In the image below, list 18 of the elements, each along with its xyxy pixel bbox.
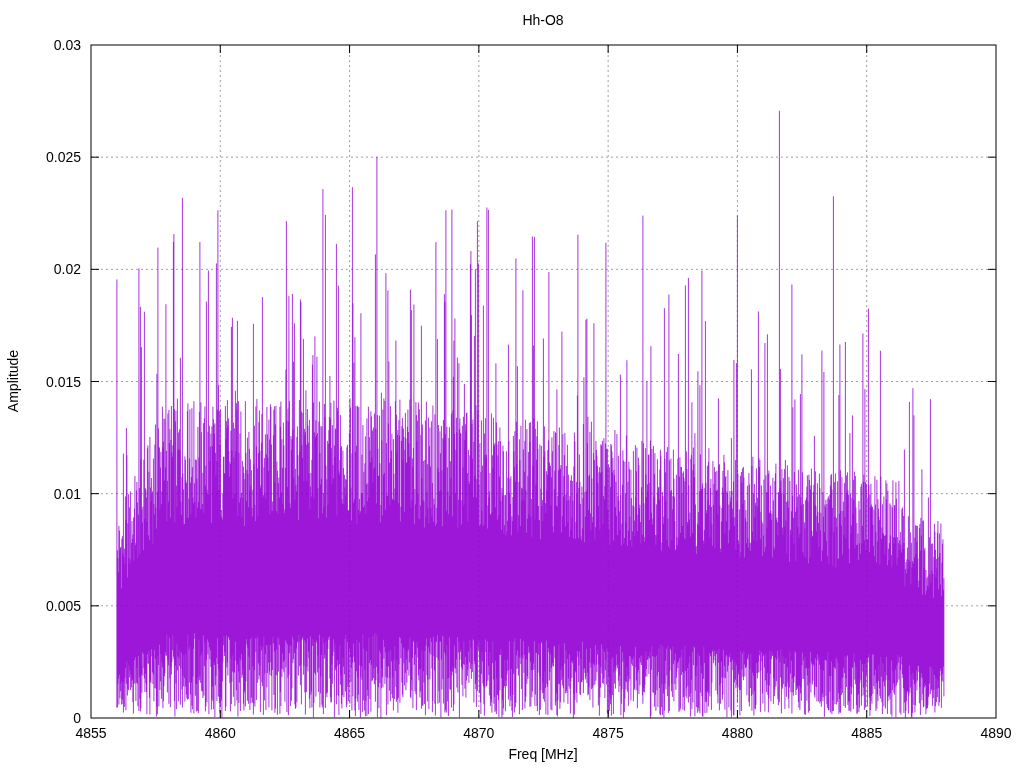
- x-tick-label: 4855: [75, 725, 107, 741]
- x-tick-label: 4875: [592, 725, 624, 741]
- y-tick-label: 0.005: [45, 597, 81, 614]
- x-tick-label: 4885: [851, 725, 883, 741]
- chart-title: Hh-O8: [522, 12, 564, 28]
- y-axis-label: Amplitude: [5, 349, 21, 413]
- y-tick-label: 0.01: [53, 485, 81, 502]
- y-tick-label: 0.025: [45, 149, 81, 166]
- y-tick-label: 0.02: [53, 261, 81, 278]
- y-tick-label: 0.015: [45, 373, 81, 390]
- x-tick-label: 4880: [721, 725, 753, 741]
- x-tick-label: 4860: [204, 725, 236, 741]
- x-axis-label: Freq [MHz]: [508, 746, 578, 762]
- y-tick-label: 0: [73, 710, 81, 726]
- x-tick-label: 4890: [980, 725, 1012, 741]
- y-tick-label: 0.03: [53, 37, 81, 53]
- x-tick-label: 4865: [334, 725, 366, 741]
- x-tick-label: 4870: [463, 725, 495, 741]
